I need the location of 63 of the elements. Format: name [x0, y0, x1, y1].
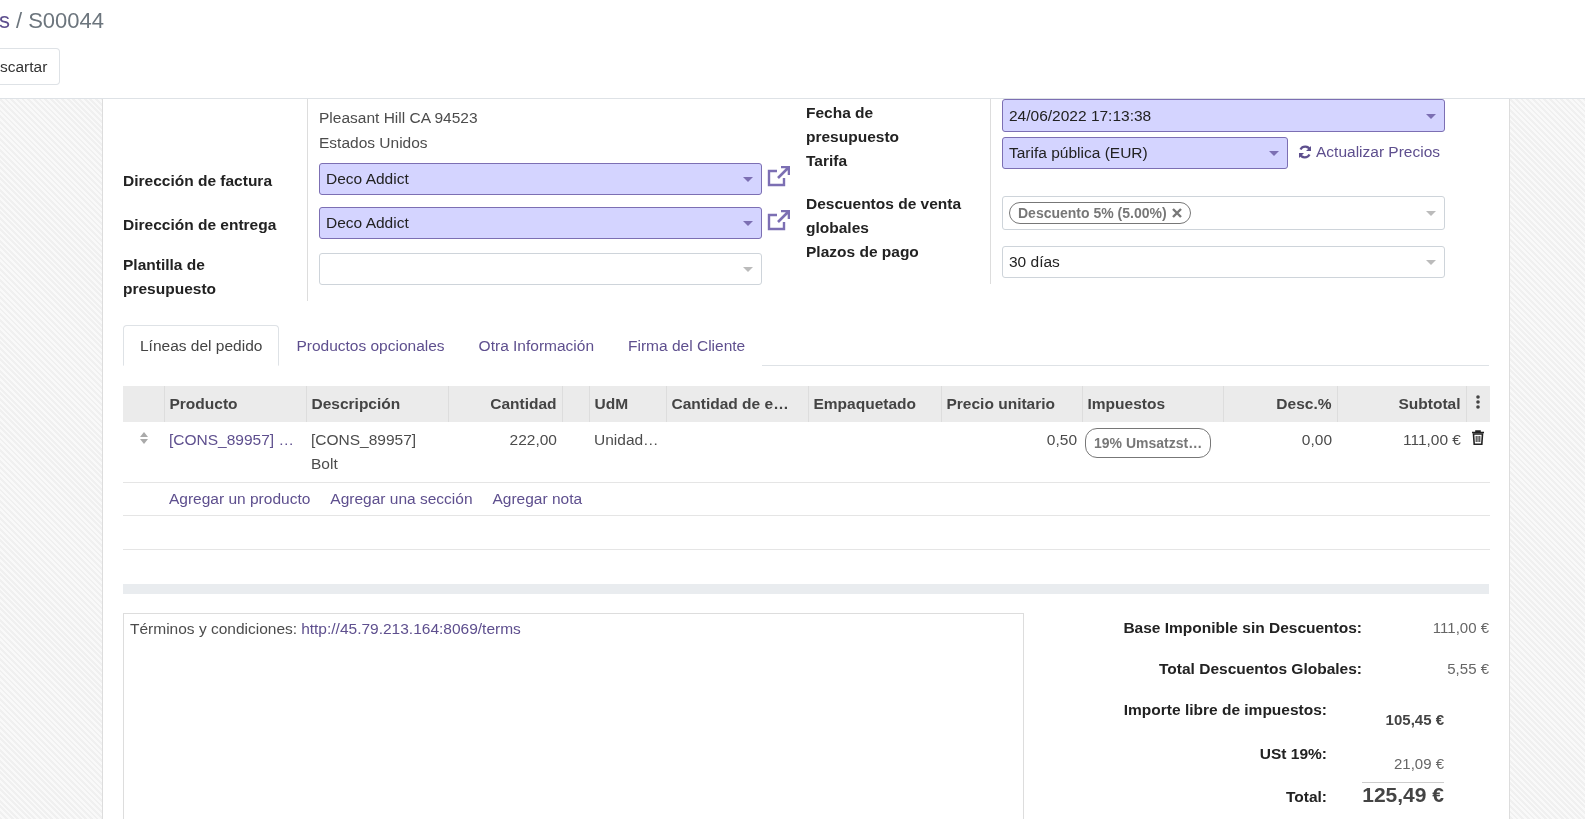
select-field[interactable]: Deco Addict: [319, 163, 762, 195]
select-field[interactable]: Deco Addict: [319, 207, 762, 239]
column-header[interactable]: Cantidad: [448, 386, 562, 422]
field-label: Dirección de factura: [123, 159, 308, 203]
breadcrumb-link[interactable]: s: [0, 8, 10, 34]
refresh-icon: [1298, 145, 1312, 159]
terms-text: Términos y condiciones:: [130, 620, 298, 638]
column-header[interactable]: Producto: [164, 386, 306, 422]
column-header[interactable]: Desc.%: [1223, 386, 1337, 422]
column-header[interactable]: Impuestos: [1082, 386, 1223, 422]
column-header[interactable]: Precio unitario: [941, 386, 1082, 422]
total-label: Base Imponible sin Descuentos:: [1122, 618, 1362, 638]
total-value: 111,00 €: [1431, 618, 1489, 638]
column-header[interactable]: Cantidad de e…: [666, 386, 808, 422]
field-label: Plazos de pago: [806, 240, 991, 284]
external-link-icon[interactable]: [766, 210, 790, 232]
column-header[interactable]: Empaquetado: [808, 386, 941, 422]
column-header[interactable]: UdM: [589, 386, 666, 422]
terms-link[interactable]: http://45.79.213.164:8069/terms: [301, 620, 521, 638]
table-cell: 111,00 €: [1337, 422, 1466, 483]
drag-handle-icon[interactable]: [138, 431, 149, 445]
update-prices-link[interactable]: Actualizar Precios: [1298, 143, 1441, 161]
total-value: 5,55 €: [1446, 659, 1489, 679]
table-cell: 222,00: [448, 422, 562, 483]
field-label: Plantilla de presupuesto: [123, 245, 308, 301]
total-label: Importe libre de impuestos:: [1122, 700, 1327, 720]
address-line: Estados Unidos: [319, 133, 428, 153]
table-cell: [CONS_89957] …: [164, 422, 306, 483]
trash-icon[interactable]: [1472, 430, 1484, 445]
external-link-icon[interactable]: [766, 166, 790, 188]
discard-button[interactable]: scartar: [0, 48, 61, 85]
address-line: Pleasant Hill CA 94523: [319, 108, 478, 128]
total-label: USt 19%:: [1258, 744, 1327, 764]
column-header[interactable]: Subtotal: [1337, 386, 1466, 422]
column-options-icon[interactable]: [1476, 395, 1481, 409]
table-cell: 0,00: [1223, 422, 1337, 483]
total-value: 125,49 €: [1361, 782, 1444, 809]
tab[interactable]: Líneas del pedido: [123, 325, 280, 366]
select-field[interactable]: 24/06/2022 17:13:38: [1002, 99, 1445, 132]
terms-field[interactable]: Términos y condiciones: http://45.79.213.164:8069/terms: [123, 613, 1024, 819]
record-title: S00044: [28, 8, 104, 34]
tax-tag: 19% Umsatzst…: [1085, 428, 1212, 458]
total-value: 105,45 €: [1384, 710, 1444, 730]
field-label: Tarifa: [806, 149, 991, 190]
table-cell: Unidad…: [589, 422, 666, 483]
select-field[interactable]: 30 días: [1002, 246, 1445, 278]
breadcrumb-separator: /: [16, 8, 23, 34]
table-cell: [CONS_89957] Bolt: [306, 422, 448, 483]
remove-icon[interactable]: [1171, 208, 1182, 218]
add-line-link[interactable]: Agregar un producto: [169, 487, 311, 511]
select-field[interactable]: [319, 253, 762, 285]
field-label: Dirección de entrega: [123, 203, 308, 245]
table-cell: 0,50: [941, 422, 1082, 483]
column-header[interactable]: Descripción: [306, 386, 448, 422]
total-label: Total Descuentos Globales:: [1158, 659, 1362, 679]
add-line-link[interactable]: Agregar una sección: [330, 487, 473, 511]
select-field[interactable]: Tarifa pública (EUR): [1002, 137, 1288, 169]
field-label: Descuentos de venta globales: [806, 190, 991, 240]
field-label: Fecha de presupuesto: [806, 99, 991, 149]
add-line-link[interactable]: Agregar nota: [492, 487, 583, 511]
tags-field[interactable]: Descuento 5% (5.00%): [1002, 196, 1445, 230]
total-value: 21,09 €: [1392, 754, 1444, 774]
total-label: Total:: [1284, 787, 1327, 807]
